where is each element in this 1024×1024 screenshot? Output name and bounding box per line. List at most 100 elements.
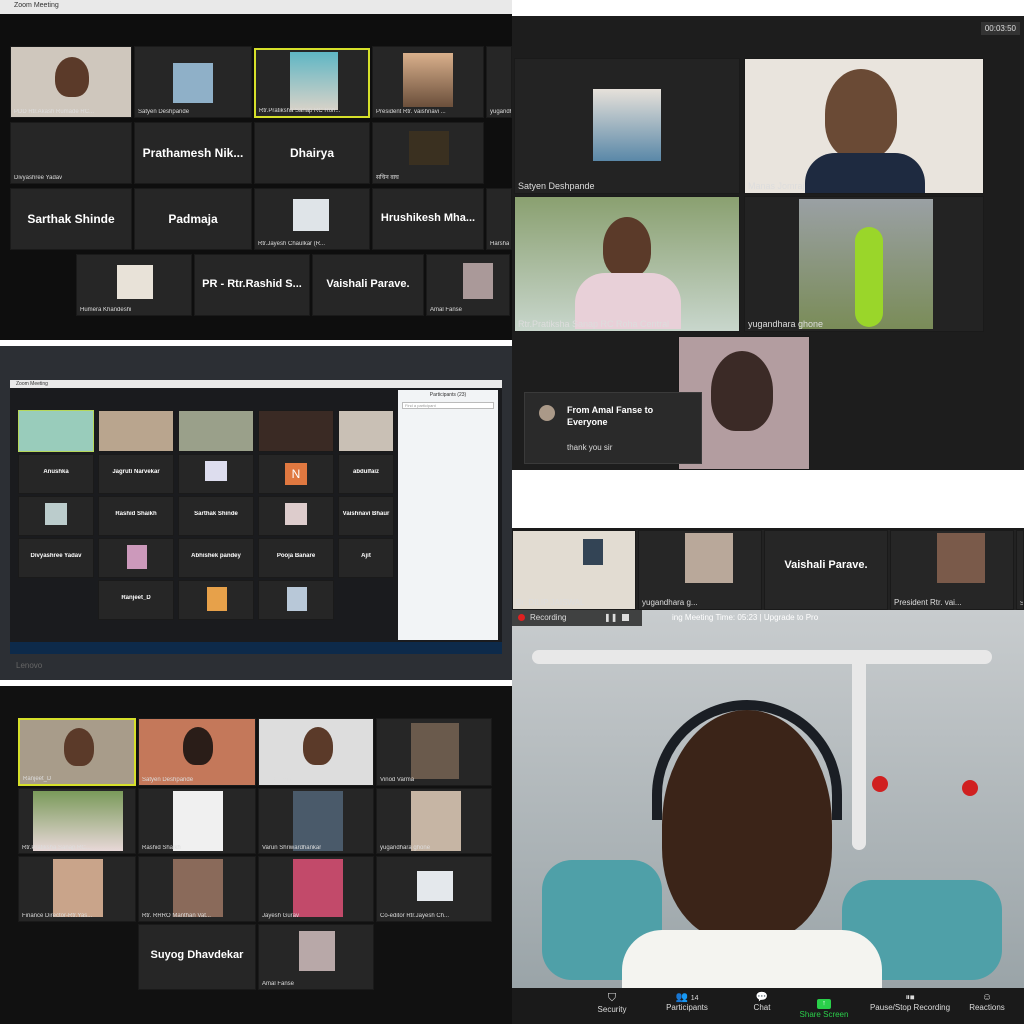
video-tile[interactable] (258, 580, 334, 620)
video-tile[interactable] (178, 454, 254, 494)
participant-name: yugandh (490, 109, 512, 115)
video-tile[interactable]: Rtr.Jayesh Chaulkar (R... (254, 188, 370, 250)
name-tile[interactable]: Pooja Banare (258, 538, 334, 578)
video-tile[interactable]: Amal Fanse (258, 924, 374, 990)
participant-name: Sarthak Shinde (27, 211, 115, 226)
name-tile[interactable]: Dhairya (254, 122, 370, 184)
name-tile[interactable]: Ranjeet_D (98, 580, 174, 620)
video-tile[interactable] (98, 538, 174, 578)
participants-button[interactable]: 👥 14 Participants (658, 992, 716, 1012)
participant-name: Rtr.Pratiksha Sanap RC Roh... (259, 108, 341, 114)
reactions-button[interactable]: ☺ Reactions (964, 992, 1010, 1012)
video-tile[interactable]: Humera Khandeshi (76, 254, 192, 316)
name-tile[interactable]: Vaishali Parave. (312, 254, 424, 316)
name-tile[interactable]: abdulfaiz (338, 454, 394, 494)
participant-search-input[interactable]: Find a participant (402, 402, 494, 409)
name-tile[interactable]: Divyashree Yadav (18, 538, 94, 578)
video-tile[interactable]: PDD Rtr.Akash Rumade RC... (10, 46, 132, 118)
name-tile[interactable]: Jagruti Narvekar (98, 454, 174, 494)
laptop-brand-logo: Lenovo (16, 661, 43, 670)
video-tile[interactable]: Satyen Deshpande (514, 58, 740, 194)
participant-name: Rtr.Jayesh Chaulkar (R... (258, 241, 326, 247)
video-tile[interactable] (98, 410, 174, 452)
video-tile[interactable] (18, 496, 94, 536)
stop-icon[interactable] (622, 614, 629, 621)
pause-stop-icon: ⏸⏹ (905, 992, 915, 1002)
video-tile[interactable] (18, 410, 94, 452)
video-tile[interactable] (338, 410, 394, 452)
video-tile[interactable]: सचिन वाघ (372, 122, 484, 184)
name-tile[interactable]: Vaishali Parave. (764, 530, 888, 610)
participant-name: yugandhara ghone (748, 319, 824, 329)
video-tile[interactable]: Rtr.Pratiksha Sanap RC Roha Central (514, 196, 740, 332)
participant-name: Vaishali Parave. (784, 559, 868, 571)
name-tile[interactable]: Prathamesh Nik... (134, 122, 252, 184)
meeting-time-banner: ing Meeting Time: 05:23 | Upgrade to Pro (672, 613, 819, 622)
video-tile[interactable]: Sa (1016, 530, 1024, 610)
video-tile[interactable]: Varun Shriwardhankar (258, 788, 374, 854)
name-tile[interactable]: PR - Rtr.Rashid S... (194, 254, 310, 316)
video-tile[interactable] (258, 496, 334, 536)
participant-name: Satyen Deshpande (518, 181, 595, 191)
chat-notification[interactable]: From Amal Fanse to Everyone thank you si… (524, 392, 702, 464)
participant-name: Ajit (361, 553, 371, 560)
pause-stop-recording-button[interactable]: ⏸⏹ Pause/Stop Recording (864, 992, 956, 1012)
participant-name: Finance Director-Rtr.Yas... (22, 913, 93, 919)
video-tile[interactable]: Finance Director-Rtr.Yas... (18, 856, 136, 922)
name-tile[interactable]: Rashid Shaikh (98, 496, 174, 536)
video-tile[interactable]: Harsha (486, 188, 512, 250)
participants-panel: Participants (23) Find a participant (398, 390, 498, 640)
name-tile[interactable]: Ajit (338, 538, 394, 578)
chat-recipient: Everyone (567, 417, 608, 427)
video-tile[interactable]: Jayesh Gurav (258, 856, 374, 922)
video-tile[interactable]: Dr. DILIP JAISWAL (512, 530, 636, 610)
chat-icon: 💬 (755, 992, 769, 1003)
video-tile[interactable]: yugandhara ghone (376, 788, 492, 854)
participant-name: Dhairya (289, 145, 335, 160)
video-tile[interactable]: President Rtr. vai... (890, 530, 1014, 610)
name-tile[interactable]: Sarthak Shinde (10, 188, 132, 250)
video-tile[interactable]: Rtr. RRRO Manthan Vat... (138, 856, 256, 922)
share-screen-button[interactable]: ↑ Share Screen (794, 992, 854, 1019)
video-tile[interactable]: Rtr.Pratiksha Sanap RC... (18, 788, 136, 854)
video-tile-active-speaker[interactable]: Rtr.Pratiksha Sanap RC Roh... (254, 48, 370, 118)
video-tile[interactable]: Akash Rumade (258, 718, 374, 786)
video-tile[interactable]: Manas Jomraj (744, 58, 984, 194)
name-tile[interactable]: Abhishek pandey (178, 538, 254, 578)
video-tile[interactable]: Vinod Varma (376, 718, 492, 786)
video-tile[interactable]: Divyashree Yadav (10, 122, 132, 184)
video-tile[interactable]: N (258, 454, 334, 494)
video-tile[interactable] (178, 580, 254, 620)
name-tile[interactable]: Anushka (18, 454, 94, 494)
video-tile[interactable]: Amal Fanse (426, 254, 510, 316)
video-tile-active-speaker[interactable]: Ranjeet_D (18, 718, 136, 786)
video-tile[interactable] (258, 410, 334, 452)
video-tile[interactable]: President Rtr. vaishnavi ... (372, 46, 484, 118)
video-tile[interactable]: Co-editor Rtr.Jayesh Ch... (376, 856, 492, 922)
search-placeholder: Find a participant (405, 403, 436, 408)
name-tile[interactable]: Padmaja (134, 188, 252, 250)
video-tile[interactable]: Rashid Shaikh (138, 788, 256, 854)
record-dot-icon (518, 614, 525, 621)
name-tile[interactable]: Hrushikesh Mha... (372, 188, 484, 250)
participant-name: Anushka (43, 469, 69, 476)
participants-count: 14 (690, 995, 699, 1002)
video-tile[interactable]: yugandhara g... (638, 530, 762, 610)
headset-icon (652, 700, 842, 820)
name-tile[interactable]: Vaishnavi Bhaur (338, 496, 394, 536)
chat-button[interactable]: 💬 Chat (746, 992, 778, 1012)
video-tile[interactable]: yugandhara ghone (744, 196, 984, 332)
video-tile[interactable] (178, 410, 254, 452)
participants-icon: 👥 (675, 992, 688, 1003)
participant-name: Satyen Deshpande (138, 109, 190, 115)
pause-icon[interactable]: ❚❚ (604, 613, 617, 622)
name-tile[interactable]: Suyog Dhavdekar (138, 924, 256, 990)
participant-name: Hrushikesh Mha... (380, 211, 476, 224)
participant-name: Rtr.Pratiksha Sanap RC... (22, 845, 91, 851)
video-tile[interactable]: yugandh (486, 46, 512, 118)
participant-name: President Rtr. vai... (894, 598, 962, 607)
video-tile[interactable]: Satyen Deshpande (134, 46, 252, 118)
name-tile[interactable]: Sarthak Shinde (178, 496, 254, 536)
security-button[interactable]: ⛉ Security (592, 992, 632, 1014)
video-tile[interactable]: Satyen Deshpande (138, 718, 256, 786)
